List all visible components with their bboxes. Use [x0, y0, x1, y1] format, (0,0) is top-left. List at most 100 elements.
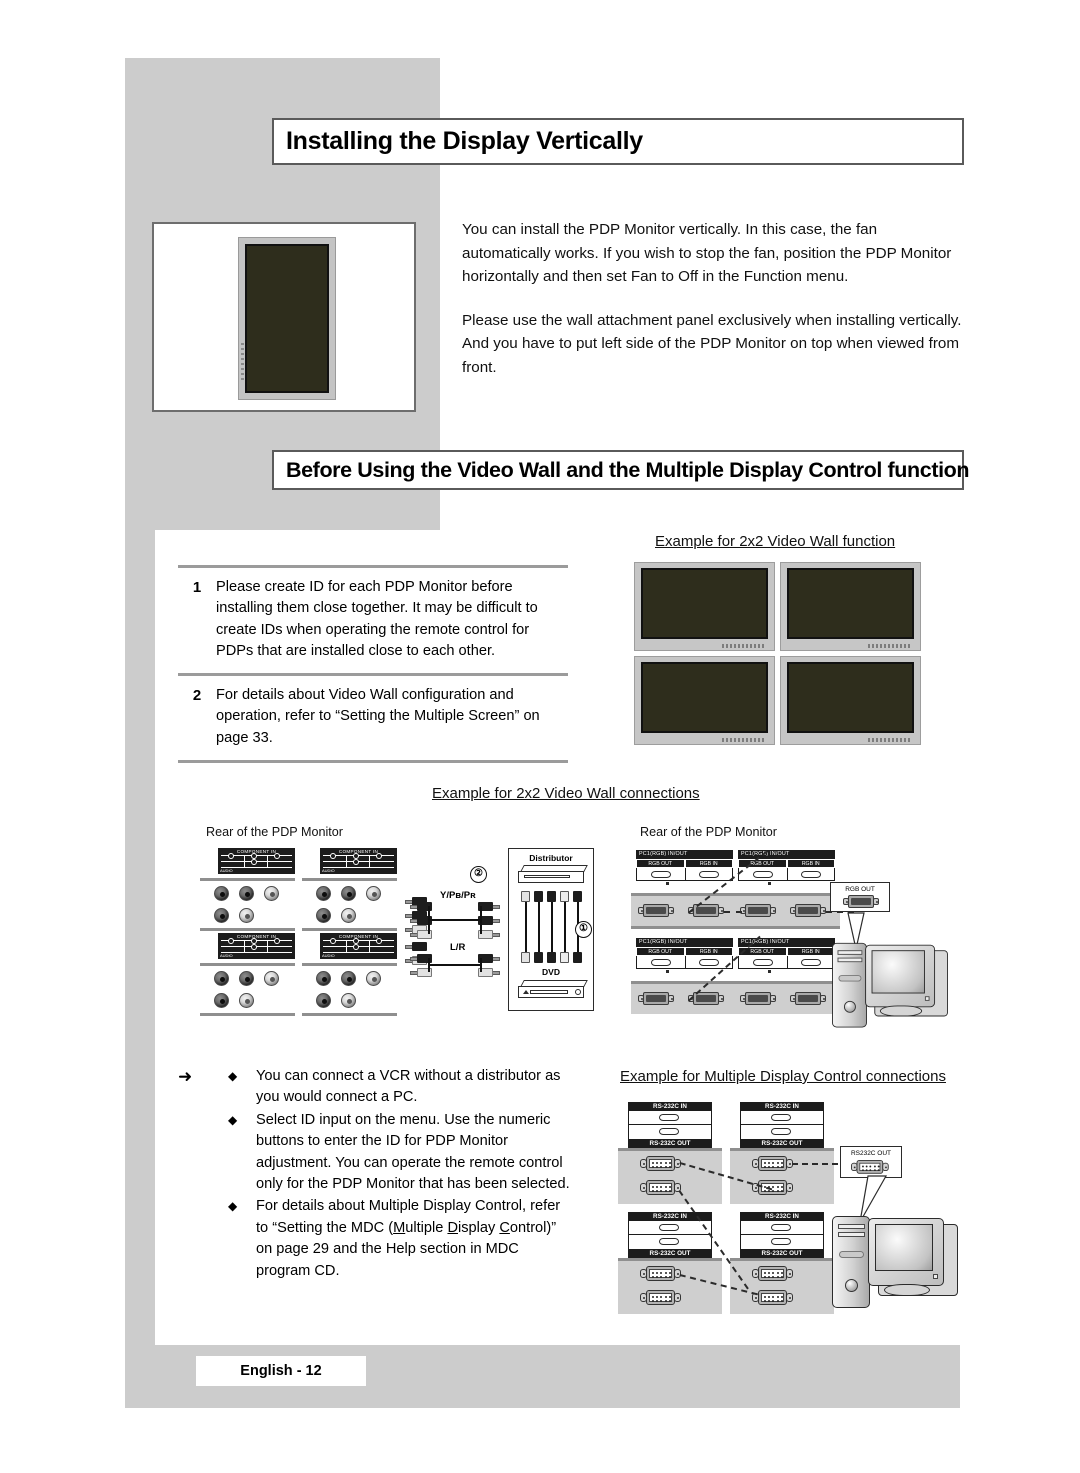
dsub-port: [659, 1224, 679, 1231]
db9-connector: [640, 1156, 681, 1171]
monitor-screen: [875, 1224, 933, 1271]
audio-label: AUDIO: [322, 868, 335, 873]
section-banner-installing-vertically: Installing the Display Vertically: [272, 118, 964, 165]
audio-label: AUDIO: [322, 953, 335, 958]
video-wall-2x2-diagram: [634, 562, 924, 752]
diamond-bullet-icon: ◆: [228, 1199, 238, 1214]
rgb-in-label: RGB IN: [786, 947, 835, 956]
db9-connector: [640, 1266, 681, 1281]
vga-connector: [638, 992, 674, 1005]
component-in-header: COMPONENT IN AUDIO: [218, 933, 295, 959]
caption-rear-of-pdp-right: Rear of the PDP Monitor: [640, 825, 777, 839]
component-in-header: COMPONENT IN AUDIO: [320, 848, 397, 874]
rca-jack: [316, 908, 331, 923]
connector-grid: [323, 853, 394, 868]
pc-rgb-panel: PC1(RGB) IN/OUT RGB OUT RGB IN: [636, 938, 733, 975]
rs232c-out-label: RS-232C OUT: [628, 1249, 712, 1258]
monitor-stand: [884, 1284, 930, 1296]
component-panel: COMPONENT IN AUDIO: [218, 933, 295, 959]
rgb-port-row: [738, 956, 835, 969]
pc-rgb-panel: PC1(RGB) IN/OUT RGB OUT RGB IN: [738, 850, 835, 887]
rs232c-panel: RS-232C IN RS-232C OUT: [628, 1102, 712, 1148]
db9-connector: [640, 1180, 681, 1195]
list-item-number: 2: [192, 687, 202, 705]
banner-title-2: Before Using the Video Wall and the Mult…: [286, 457, 970, 482]
rca-jack: [316, 886, 331, 901]
component-panel: COMPONENT IN AUDIO: [218, 848, 295, 874]
computer-illustration: [832, 1202, 977, 1317]
arrow-icon: ➜: [178, 1067, 193, 1086]
audio-label: AUDIO: [220, 953, 233, 958]
monitor-screen: [871, 950, 925, 994]
pdp-side-buttons: [241, 343, 244, 383]
rgb-out-label: RGB OUT: [636, 947, 685, 956]
page-footer: English - 12: [196, 1356, 366, 1386]
section-title-video-wall-connections: Example for 2x2 Video Wall connections: [432, 785, 700, 802]
rca-jack: [341, 886, 356, 901]
component-in-header: COMPONENT IN AUDIO: [320, 933, 397, 959]
computer-illustration: [832, 930, 956, 1031]
dsub-port: [659, 1128, 679, 1135]
list-item-number: 1: [192, 579, 202, 596]
callout-rgb-out-label: RGB OUT: [845, 886, 875, 893]
rca-jack: [341, 971, 356, 986]
dsub-port: [753, 871, 773, 878]
monitor-stand: [879, 1005, 923, 1017]
pdp-screen: [787, 568, 914, 639]
rca-jack: [366, 971, 381, 986]
rgb-port-row: [636, 868, 733, 881]
pdp-logo: [868, 644, 912, 648]
marker-1: ①: [575, 921, 592, 938]
rca-jack: [214, 993, 229, 1008]
list-item-text: For details about Video Wall configurati…: [216, 687, 540, 746]
intro-text: You can install the PDP Monitor vertical…: [462, 218, 962, 399]
bullet-notes-list: ➜ ◆ You can connect a VCR without a dist…: [178, 1066, 573, 1283]
section-title-video-wall-function: Example for 2x2 Video Wall function: [655, 533, 896, 550]
connector-grid: [323, 938, 394, 953]
dsub-port: [699, 871, 719, 878]
manual-page: Installing the Display Vertically You ca…: [0, 0, 1080, 1473]
divider: [178, 760, 568, 764]
dsub-port: [753, 959, 773, 966]
rs232c-panel: RS-232C IN RS-232C OUT: [740, 1212, 824, 1258]
dsub-port: [771, 1224, 791, 1231]
lr-label: L/R: [450, 942, 466, 953]
gray-background-strip-left: [125, 530, 155, 1345]
vga-connector: [790, 904, 826, 917]
pc-tower: [832, 942, 867, 1028]
pc-monitor: [868, 1218, 944, 1286]
db9-connector: [752, 1156, 793, 1171]
rca-jack: [316, 993, 331, 1008]
dsub-port: [801, 871, 821, 878]
db9-connector: [752, 1266, 793, 1281]
rgb-in-label: RGB IN: [684, 859, 733, 868]
dsub-port: [651, 959, 671, 966]
rca-jack: [239, 886, 254, 901]
pdp-logo: [868, 738, 912, 742]
caption-rear-of-pdp-left: Rear of the PDP Monitor: [206, 825, 343, 839]
list-item: 1 Please create ID for each PDP Monitor …: [178, 568, 568, 673]
ypbpr-label: Y/Pʙ/Pʀ: [440, 890, 476, 901]
pdp-logo: [722, 644, 766, 648]
bullet-text-mdc: For details about Multiple Display Contr…: [256, 1198, 561, 1279]
rgb-in-label: RGB IN: [684, 947, 733, 956]
numbered-instruction-list: 1 Please create ID for each PDP Monitor …: [178, 565, 568, 764]
pdp-screen: [787, 662, 914, 733]
rca-jack: [264, 886, 279, 901]
component-panel: COMPONENT IN AUDIO: [320, 933, 397, 959]
component-panel: COMPONENT IN AUDIO: [320, 848, 397, 874]
rgb-out-label: RGB OUT: [636, 859, 685, 868]
rca-jack: [214, 908, 229, 923]
vga-connector: [638, 904, 674, 917]
bullet-text: Select ID input on the menu. Use the num…: [256, 1111, 570, 1193]
rca-jack: [341, 908, 356, 923]
intro-paragraph-1: You can install the PDP Monitor vertical…: [462, 221, 952, 285]
list-item: 2 For details about Video Wall configura…: [178, 676, 568, 760]
vga-connector: [790, 992, 826, 1005]
pc1-rgb-label: PC1(RGB) IN/OUT: [636, 850, 733, 859]
diamond-bullet-icon: ◆: [228, 1112, 238, 1127]
pdp-monitor-tile: [634, 562, 775, 651]
list-item: ◆ Select ID input on the menu. Use the n…: [178, 1110, 573, 1196]
dvd-device: [518, 980, 588, 999]
rs232c-in-label: RS-232C IN: [740, 1212, 824, 1221]
